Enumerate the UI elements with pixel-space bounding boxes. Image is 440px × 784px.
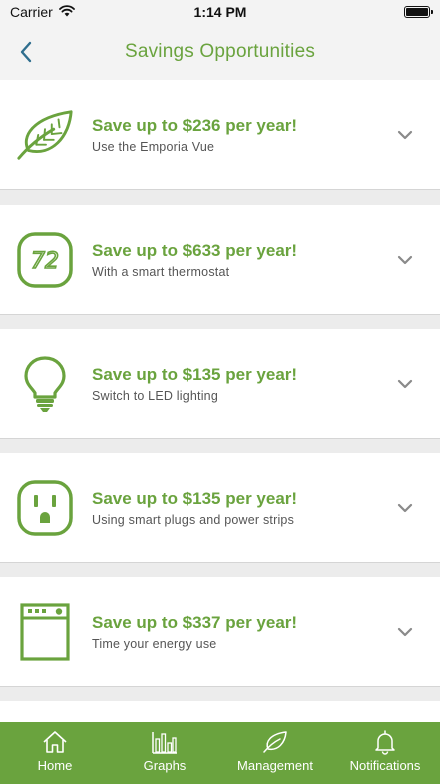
back-button[interactable] bbox=[12, 38, 40, 66]
power-outlet-icon bbox=[15, 478, 75, 538]
tab-home[interactable]: Home bbox=[0, 722, 110, 784]
card-title: Save up to $236 per year! bbox=[92, 116, 298, 135]
navigation-bar: Savings Opportunities bbox=[0, 24, 440, 80]
tab-label: Home bbox=[37, 758, 73, 773]
leaf-icon bbox=[15, 105, 75, 165]
opportunity-card-partial[interactable] bbox=[0, 701, 440, 722]
card-title: Save up to $135 per year! bbox=[92, 489, 298, 508]
bell-icon bbox=[371, 728, 399, 756]
appliance-oven-icon bbox=[15, 602, 75, 662]
opportunity-card-emporia-vue[interactable]: Save up to $236 per year! Use the Empori… bbox=[0, 80, 440, 190]
chevron-down-icon[interactable] bbox=[390, 493, 420, 523]
carrier-label: Carrier bbox=[10, 4, 53, 20]
chevron-down-icon[interactable] bbox=[390, 120, 420, 150]
savings-list[interactable]: Save up to $236 per year! Use the Empori… bbox=[0, 80, 440, 722]
chevron-left-icon bbox=[20, 41, 32, 63]
tab-graphs[interactable]: Graphs bbox=[110, 722, 220, 784]
card-title: Save up to $135 per year! bbox=[92, 365, 298, 384]
bar-chart-icon bbox=[151, 728, 179, 756]
home-icon bbox=[41, 728, 69, 756]
tab-label: Graphs bbox=[143, 758, 187, 773]
card-subtitle: Time your energy use bbox=[92, 637, 217, 651]
opportunity-card-led-lighting[interactable]: Save up to $135 per year! Switch to LED … bbox=[0, 329, 440, 439]
tab-notifications[interactable]: Notifications bbox=[330, 722, 440, 784]
tab-label: Notifications bbox=[349, 758, 421, 773]
chevron-down-icon[interactable] bbox=[390, 617, 420, 647]
card-subtitle: Switch to LED lighting bbox=[92, 389, 218, 403]
card-title: Save up to $337 per year! bbox=[92, 613, 298, 632]
card-subtitle: Using smart plugs and power strips bbox=[92, 513, 295, 527]
chevron-down-icon[interactable] bbox=[390, 245, 420, 275]
tab-management[interactable]: Management bbox=[220, 722, 330, 784]
chevron-down-icon[interactable] bbox=[390, 369, 420, 399]
svg-text:72: 72 bbox=[31, 249, 59, 274]
battery-icon bbox=[404, 6, 433, 18]
tab-bar: Home Graphs Management Notifications bbox=[0, 722, 440, 784]
card-subtitle: With a smart thermostat bbox=[92, 265, 230, 279]
tab-label: Management bbox=[237, 758, 313, 773]
status-bar: Carrier 1:14 PM bbox=[0, 0, 440, 24]
thermostat-72-icon: 72 bbox=[15, 230, 75, 290]
leaf-icon bbox=[261, 728, 289, 756]
wifi-icon bbox=[58, 4, 75, 20]
opportunity-card-smart-thermostat[interactable]: 72 Save up to $633 per year! With a smar… bbox=[0, 205, 440, 315]
card-subtitle: Use the Emporia Vue bbox=[92, 140, 215, 154]
opportunity-card-smart-plugs[interactable]: Save up to $135 per year! Using smart pl… bbox=[0, 453, 440, 563]
card-title: Save up to $633 per year! bbox=[92, 241, 298, 260]
page-title: Savings Opportunities bbox=[124, 41, 316, 62]
light-bulb-icon bbox=[15, 354, 75, 414]
opportunity-card-time-energy-use[interactable]: Save up to $337 per year! Time your ener… bbox=[0, 577, 440, 687]
